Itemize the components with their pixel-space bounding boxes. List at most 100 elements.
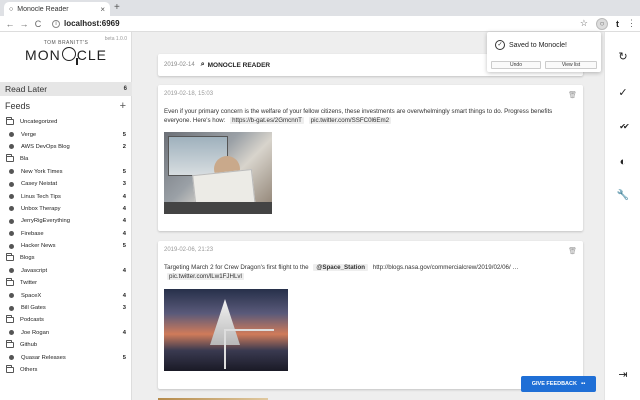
feed-count: 4 — [122, 205, 126, 212]
feed-folder[interactable]: Twitter — [0, 277, 132, 289]
address-bar[interactable]: i localhost:6969 — [52, 19, 120, 28]
feed-folder[interactable]: Podcasts — [0, 314, 132, 326]
feed-label: SpaceX — [21, 292, 42, 299]
monocle-extension-icon[interactable]: ○ — [596, 17, 608, 30]
feed-label: Uncategorized — [20, 119, 58, 126]
info-icon: i — [52, 19, 60, 28]
add-feed-button[interactable]: + — [120, 100, 126, 112]
tab-title: Monocle Reader — [17, 5, 69, 13]
browser-toolbar: ← → C i localhost:6969 ☆ ○ t ⋮ — [0, 16, 640, 32]
post-image-link[interactable]: pic.twitter.com/SSFC0l6Em2 — [308, 117, 392, 124]
feed-label: Podcasts — [20, 317, 44, 324]
feed-dot-icon — [9, 144, 14, 150]
feed-item[interactable]: Firebase 4 — [0, 228, 132, 240]
feed-label: AWS DevOps Blog — [21, 143, 70, 150]
feed-item[interactable]: Casey Neistat 3 — [0, 178, 132, 190]
mark-read-icon[interactable]: ✓ — [605, 86, 640, 99]
sidebar: beta 1.0.0 TOM BRANITT'S MON CLE Read Lat… — [0, 32, 132, 400]
main-content: 2019-02-14 ⌕ MONOCLE READER 2019-02-18, 1… — [133, 32, 603, 400]
post-image-link[interactable]: pic.twitter.com/lLw1FJHLvl — [167, 273, 244, 280]
feed-list: Uncategorized Verge 5 AWS DevOps Blog 2 Bla Ne… — [0, 116, 132, 376]
refresh-icon[interactable]: ↻ — [605, 50, 640, 63]
feed-label: Casey Neistat — [21, 181, 58, 188]
feed-dot-icon — [9, 268, 14, 274]
read-later-item[interactable]: Read Later 6 — [0, 82, 132, 96]
feed-item[interactable]: SpaceX 4 — [0, 289, 132, 301]
feed-item[interactable]: Quasar Releases 5 — [0, 351, 132, 363]
feed-label: Bla — [20, 156, 29, 163]
feed-dot-icon — [9, 194, 14, 200]
post-mention[interactable]: @Space_Station — [313, 264, 369, 271]
feed-label: Github — [20, 342, 38, 349]
post-link[interactable]: http://blogs.nasa.gov/commercialcrew/201… — [373, 264, 519, 271]
feed-dot-icon — [9, 206, 14, 212]
feedback-label: GIVE FEEDBACK — [531, 381, 577, 387]
feed-item[interactable]: Hacker News 5 — [0, 240, 132, 252]
feed-item[interactable]: New York Times 5 — [0, 166, 132, 178]
feed-dot-icon — [9, 181, 14, 187]
extension-t-icon[interactable]: t — [616, 19, 619, 29]
post-date: 2019-02-18, 15:03 — [164, 91, 214, 97]
feed-item[interactable]: Linus Tech Tips 4 — [0, 190, 132, 202]
feed-dot-icon — [9, 169, 14, 175]
give-feedback-button[interactable]: GIVE FEEDBACK ▪▪ — [521, 376, 596, 392]
feed-item[interactable]: Bill Gates 3 — [0, 302, 132, 314]
feed-folder[interactable]: Bla — [0, 153, 132, 165]
back-button[interactable]: ← — [4, 19, 16, 29]
feed-count: 5 — [122, 168, 126, 175]
feed-item[interactable]: Joe Rogan 4 — [0, 327, 132, 339]
post-image[interactable] — [164, 289, 288, 371]
settings-icon[interactable]: 🔧 — [605, 190, 640, 201]
folder-icon — [6, 253, 14, 262]
feed-dot-icon — [9, 305, 14, 311]
logo-subtitle: TOM BRANITT'S — [43, 40, 89, 46]
browser-tabbar: ○ Monocle Reader × + — [0, 0, 640, 16]
feed-label: Blogs — [20, 255, 35, 262]
feed-count: 5 — [122, 354, 126, 361]
star-icon[interactable]: ☆ — [580, 18, 588, 29]
mark-all-read-icon[interactable]: ✔✔ — [605, 122, 640, 131]
reload-button[interactable]: C — [32, 19, 44, 29]
post-text: Targeting March 2 for Crew Dragon's firs… — [164, 264, 519, 280]
feed-folder[interactable]: Github — [0, 339, 132, 351]
close-icon[interactable]: × — [100, 5, 105, 14]
feed-item[interactable]: AWS DevOps Blog 2 — [0, 141, 132, 153]
trash-icon[interactable]: 🗑 — [568, 91, 577, 99]
toast-message: ✓ Saved to Monocle! — [495, 40, 567, 50]
theme-icon[interactable]: ◐ — [605, 156, 640, 168]
post-text: Even if your primary concern is the welf… — [164, 108, 553, 124]
post-link[interactable]: https://b-gat.es/2GmcnnT — [230, 117, 304, 124]
trash-icon[interactable]: 🗑 — [568, 247, 577, 255]
logout-icon[interactable]: ⇥ — [605, 368, 640, 381]
feed-folder[interactable]: Uncategorized — [0, 116, 132, 128]
feed-item[interactable]: JerryRigEverything 4 — [0, 215, 132, 227]
read-later-label: Read Later — [5, 84, 48, 94]
feed-item[interactable]: Javascript 4 — [0, 265, 132, 277]
feed-dot-icon — [9, 243, 14, 249]
feed-label: Twitter — [20, 280, 38, 287]
feed-label: Others — [20, 367, 38, 373]
view-list-button[interactable]: View list — [545, 61, 597, 69]
feed-item[interactable]: Verge 5 — [0, 128, 132, 140]
post-card[interactable]: 2019-02-18, 15:03 🗑 Even if your primary… — [158, 85, 583, 231]
feed-count: 4 — [122, 267, 126, 274]
header-title: ⌕ MONOCLE READER — [200, 61, 271, 69]
feed-count: 4 — [122, 218, 126, 225]
folder-icon — [6, 365, 14, 373]
undo-button[interactable]: Undo — [491, 61, 541, 69]
feed-folder[interactable]: Others — [0, 364, 132, 376]
forward-button[interactable]: → — [18, 19, 30, 29]
browser-tab[interactable]: ○ Monocle Reader × — [4, 2, 110, 16]
new-tab-button[interactable]: + — [114, 2, 120, 13]
feed-count: 4 — [122, 329, 126, 336]
post-image[interactable] — [164, 132, 272, 214]
post-card[interactable]: 2019-02-06, 21:23 🗑 Targeting March 2 fo… — [158, 241, 583, 389]
feed-label: New York Times — [21, 168, 63, 175]
feed-item[interactable]: Unbox Therapy 4 — [0, 203, 132, 215]
feed-count: 5 — [122, 131, 126, 138]
action-rail: ↻ ✓ ✔✔ ◐ 🔧 ⇥ — [604, 32, 640, 400]
feed-label: JerryRigEverything — [21, 218, 70, 225]
menu-icon[interactable]: ⋮ — [627, 18, 636, 29]
feed-folder[interactable]: Blogs — [0, 252, 132, 264]
feed-label: Firebase — [21, 230, 44, 237]
